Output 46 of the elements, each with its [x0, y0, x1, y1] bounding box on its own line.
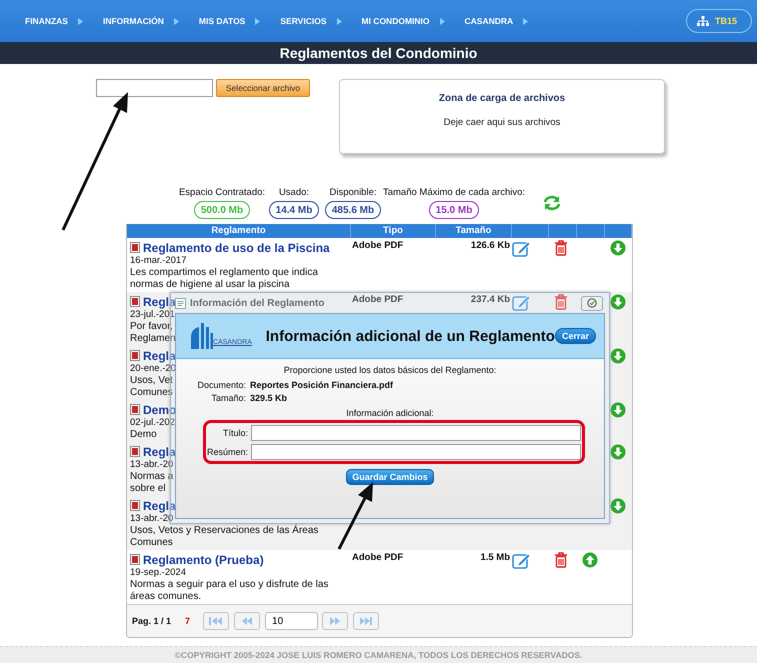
stat-value: 485.6 Mb	[324, 201, 382, 219]
document-description: Usos, Vetos y Reservaciones de las Áreas Comunes	[130, 525, 318, 549]
stat-label: Espacio Contratado:	[178, 187, 266, 198]
column-header: Reglamento	[127, 224, 351, 238]
stat-value: 500.0 Mb	[194, 201, 250, 219]
stat-value: 15.0 Mb	[428, 201, 480, 219]
file-type: Adobe PDF	[352, 294, 404, 305]
file-size: 1.5 Mb	[480, 552, 510, 563]
instructions-text: Proporcione usted los datos básicos del Reglamento:	[282, 365, 498, 375]
file-size: 237.4 Kb	[470, 294, 510, 305]
field-label: Resúmen:	[206, 446, 248, 456]
detail-value: 329.5 Kb	[250, 393, 288, 403]
copyright-notice: ©COPYRIGHT 2005-2024 JOSE LUIS ROMERO CAMARENA, TODOS LOS DERECHOS RESERVADOS.	[174, 650, 582, 660]
column-header: Tipo	[351, 224, 436, 238]
upload-date: 02-jul.-202	[130, 417, 175, 429]
upload-date: 13-abr.-20	[130, 513, 174, 525]
stat-label: Disponible:	[330, 187, 376, 198]
record-count: 7	[185, 616, 190, 626]
column-header: Tamaño	[436, 224, 512, 238]
document-description: Normas a seguir para el uso y disfrute de las áreas comunes.	[130, 579, 328, 603]
document-description: Demo	[130, 429, 157, 441]
field-label: Título:	[222, 428, 248, 438]
stat-label: Usado:	[278, 187, 310, 198]
document-description: Usos, Vet Comunes	[130, 375, 173, 399]
drop-zone-hint: Deje caer aqui sus archivos	[444, 117, 560, 128]
document-description: Les compartimos el reglamento que indica normas de higiene al usar la piscina	[130, 267, 318, 291]
detail-value: Reportes Posición Financiera.pdf	[250, 380, 394, 390]
file-type: Adobe PDF	[352, 552, 404, 563]
file-type: Adobe PDF	[352, 240, 404, 251]
section-label: Información adicional:	[345, 408, 435, 418]
upload-date: 19-sep.-2024	[130, 567, 186, 579]
stat-value: 14.4 Mb	[268, 201, 320, 219]
detail-label: Tamaño:	[210, 393, 246, 403]
page-indicator: Pag. 1 / 1	[132, 616, 172, 626]
dialog-heading: Información adicional de un Reglamento	[266, 328, 555, 344]
upload-date: 16-mar.-2017	[130, 255, 187, 267]
detail-label: Documento:	[196, 380, 246, 390]
stat-label: Tamaño Máximo de cada archivo:	[382, 187, 526, 198]
upload-date: 20-ene.-20	[130, 363, 176, 375]
window-title: Información del Reglamento	[190, 298, 324, 308]
page-title: Reglamentos del Condominio	[280, 45, 478, 61]
upload-date: 23-jul.-201	[130, 309, 175, 321]
drop-zone-title: Zona de carga de archivos	[438, 93, 566, 104]
document-description: Por favor, Reglamen	[130, 321, 176, 345]
upload-date: 13-abr.-20	[130, 459, 174, 471]
file-size: 126.6 Kb	[470, 240, 510, 251]
